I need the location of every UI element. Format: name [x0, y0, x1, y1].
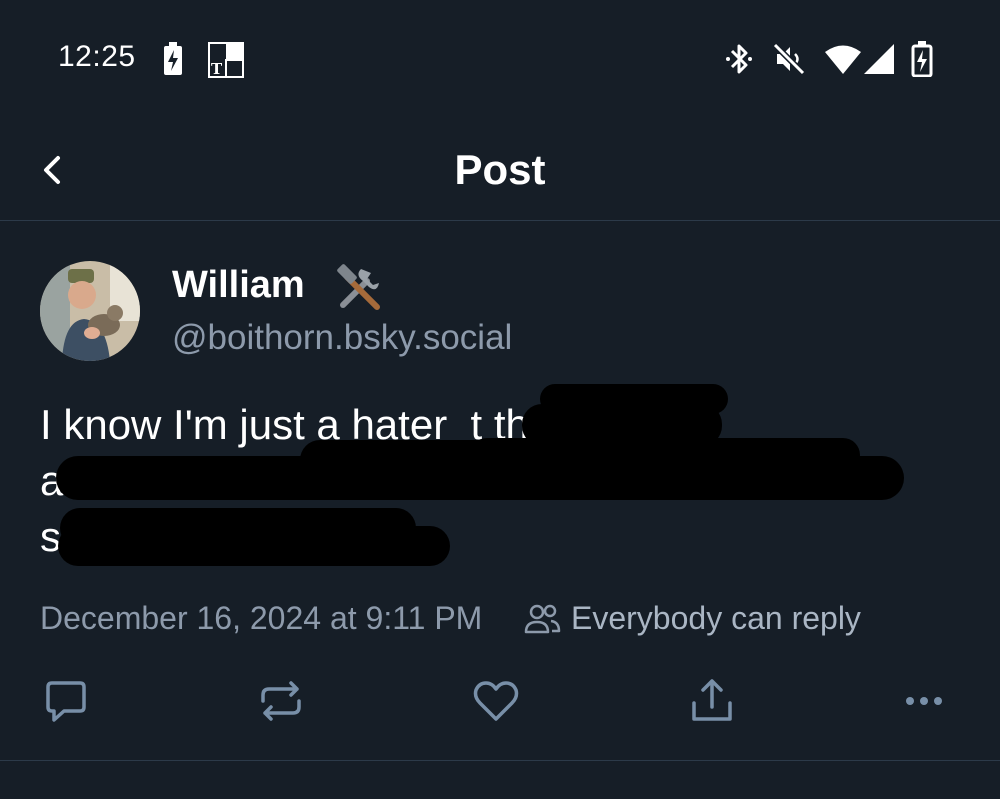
hammer-and-wrench-icon: [337, 264, 380, 310]
section-divider: [0, 760, 1000, 761]
battery-charging-icon: [911, 41, 933, 77]
svg-text:T: T: [211, 60, 223, 78]
muted-icon: [772, 42, 806, 76]
post-timestamp: December 16, 2024 at 9:11 PM: [40, 600, 483, 636]
wifi-icon: [825, 45, 861, 74]
heart-icon: [473, 681, 519, 721]
reply-button[interactable]: [40, 675, 92, 727]
share-icon: [692, 679, 732, 721]
more-icon: [906, 697, 942, 705]
page-title: Post: [454, 146, 546, 193]
reply-setting[interactable]: Everybody can reply: [571, 600, 861, 637]
comment-icon: [46, 681, 86, 722]
post-text: I know I'm just a hater t the ab nd s: [40, 401, 553, 560]
nyt-app-icon: T: [208, 42, 244, 78]
bluetooth-icon: [726, 44, 752, 74]
cell-signal-icon: [864, 44, 894, 74]
status-clock: 12:25: [58, 40, 136, 73]
people-icon: [524, 604, 561, 634]
avatar[interactable]: [40, 261, 140, 361]
author-display-name[interactable]: William: [172, 264, 305, 307]
battery-saver-icon: [164, 42, 182, 75]
author-handle[interactable]: @boithorn.bsky.social: [172, 318, 512, 358]
more-button[interactable]: [898, 675, 950, 727]
like-button[interactable]: [470, 675, 522, 727]
post-header: Post: [0, 120, 1000, 221]
avatar-photo: [40, 261, 140, 361]
status-bar: 12:25 T: [0, 0, 1000, 120]
post-action-bar: [0, 660, 1000, 740]
repost-icon: [261, 681, 301, 721]
repost-button[interactable]: [255, 675, 307, 727]
share-button[interactable]: [686, 675, 738, 727]
